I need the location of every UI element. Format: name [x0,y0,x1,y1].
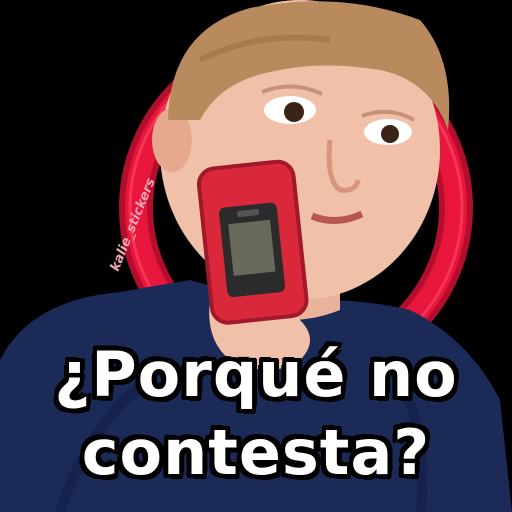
phone-screen [228,219,276,276]
flip-phone [196,159,309,325]
caption-line-1: ¿Porqué no [54,338,458,411]
caption-line-2: contesta? [81,416,431,489]
